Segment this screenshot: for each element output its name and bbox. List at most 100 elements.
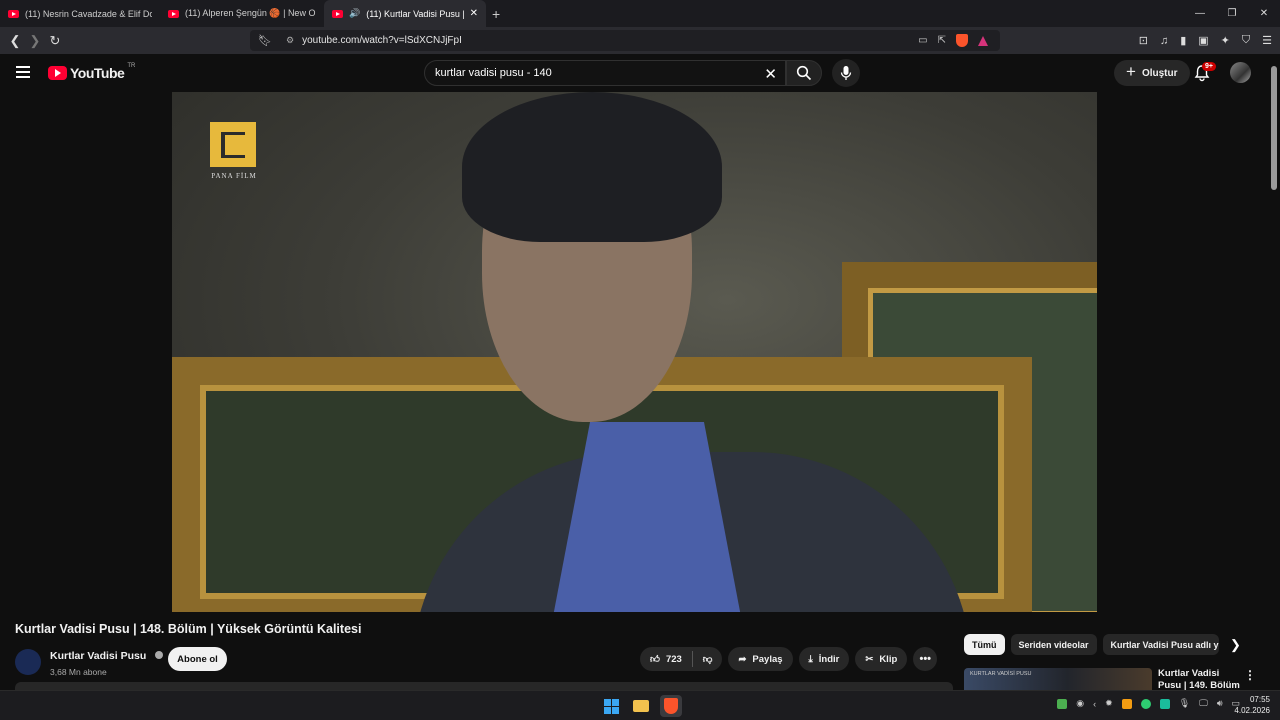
- bookmark-icon[interactable]: 🔖︎: [258, 34, 272, 47]
- tray-app-icon[interactable]: [1159, 698, 1170, 709]
- like-count: 723: [665, 653, 682, 665]
- page-scrollbar[interactable]: [1269, 54, 1280, 686]
- chevron-right-icon[interactable]: ❯: [1230, 637, 1241, 653]
- wallet-icon[interactable]: ▣: [1198, 34, 1208, 47]
- tray-app-icon[interactable]: [1121, 698, 1132, 709]
- audio-playing-icon[interactable]: 🔊: [349, 8, 360, 19]
- subscriber-count: 3,68 Mn abone: [50, 667, 107, 677]
- create-label: Oluştur: [1141, 67, 1178, 79]
- search-button[interactable]: [786, 60, 822, 86]
- voice-search-button[interactable]: [832, 59, 860, 87]
- pana-film-logo-icon: [210, 122, 256, 167]
- channel-name[interactable]: Kurtlar Vadisi Pusu: [50, 650, 146, 662]
- youtube-logo[interactable]: YouTube TR: [48, 63, 136, 81]
- more-actions-button[interactable]: •••: [913, 647, 938, 671]
- folder-icon: [633, 700, 649, 712]
- scrollbar-thumb[interactable]: [1271, 66, 1277, 190]
- taskbar-apps: [600, 695, 682, 717]
- chip-series-videos[interactable]: Seriden videolar: [1010, 634, 1097, 655]
- close-tab-icon[interactable]: ✕: [470, 8, 478, 19]
- verified-check-icon: [154, 651, 163, 659]
- pana-film-watermark: PANA FİLM: [210, 122, 258, 182]
- logo-text: YouTube: [70, 65, 125, 81]
- youtube-favicon-icon: [168, 9, 179, 18]
- hamburger-menu-icon[interactable]: [16, 66, 30, 78]
- vpn-icon[interactable]: ⛉: [1242, 34, 1250, 47]
- share-icon[interactable]: ⇱: [938, 35, 946, 46]
- video-player[interactable]: PANA FİLM: [172, 92, 1097, 612]
- clear-search-icon[interactable]: ✕: [764, 65, 777, 83]
- download-icon: ⤓: [808, 653, 813, 665]
- menu-icon[interactable]: ☰: [1262, 34, 1272, 47]
- windows-taskbar: ◉ ‹ ✹ 🎙︎ 🖵︎ 🔊︎ ▭ 07:55 4.02.2026: [0, 690, 1280, 720]
- brave-shields-icon[interactable]: [956, 34, 968, 47]
- tab-title: (11) Kurtlar Vadisi Pusu | 148.: [366, 8, 464, 19]
- youtube-header: YouTube TR ✕ + Oluştur: [0, 54, 1280, 92]
- dislike-button[interactable]: 👎︎: [693, 647, 723, 671]
- new-tab-button[interactable]: +: [492, 6, 500, 22]
- url-text[interactable]: youtube.com/watch?v=lSdXCNJjFpI: [302, 35, 462, 46]
- download-button[interactable]: ⤓ İndir: [798, 647, 850, 671]
- browser-toolbar: ❮ ❯ ↻ 🔖︎ ⚙︎ youtube.com/watch?v=lSdXCNJj…: [0, 27, 1280, 54]
- leo-ai-icon[interactable]: ✦: [1221, 34, 1230, 47]
- file-explorer-button[interactable]: [630, 695, 652, 717]
- tray-app-icon[interactable]: ◉: [1076, 698, 1084, 709]
- tab-title: (11) Nesrin Cavadzade & Elif Doğan: [25, 8, 152, 19]
- search-icon: [796, 65, 812, 81]
- volume-icon[interactable]: 🔊︎: [1217, 698, 1223, 709]
- restore-button[interactable]: ❐: [1216, 0, 1248, 27]
- recommended-video-thumbnail[interactable]: KURTLAR VADİSİ PUSU: [964, 668, 1152, 690]
- cast-icon[interactable]: ▭: [918, 35, 927, 46]
- taskbar-clock[interactable]: 07:55 4.02.2026: [1234, 694, 1270, 716]
- chip-channel[interactable]: Kurtlar Vadisi Pusu adlı yü: [1102, 634, 1219, 655]
- channel-info: Kurtlar Vadisi Pusu 3,68 Mn abone: [15, 646, 163, 677]
- country-code: TR: [127, 63, 136, 69]
- thumbs-up-icon: 👍︎: [650, 654, 660, 665]
- tray-app-icon[interactable]: ✹: [1105, 698, 1113, 709]
- channel-avatar[interactable]: [15, 648, 41, 675]
- browser-tab[interactable]: (11) Alperen Şengün 🏀 | New Orleans: [160, 0, 324, 27]
- create-button[interactable]: + Oluştur: [1114, 60, 1190, 86]
- brave-browser-button[interactable]: [660, 695, 682, 717]
- tray-app-icon[interactable]: ‹: [1093, 699, 1096, 709]
- clip-button[interactable]: ✂ Klip: [855, 647, 908, 671]
- download-label: İndir: [818, 653, 840, 665]
- like-button[interactable]: 👍︎ 723: [640, 647, 692, 671]
- video-title: Kurtlar Vadisi Pusu | 148. Bölüm | Yükse…: [15, 622, 362, 636]
- account-avatar[interactable]: [1230, 62, 1251, 83]
- subscribe-button[interactable]: Abone ol: [168, 647, 227, 671]
- network-icon[interactable]: 🖵︎: [1199, 698, 1208, 709]
- close-window-button[interactable]: ✕: [1248, 0, 1280, 27]
- browser-tab[interactable]: (11) Nesrin Cavadzade & Elif Doğan: [0, 0, 160, 27]
- browser-extensions: ⊡ ♫ ▮ ▣ ✦ ⛉ ☰: [1139, 27, 1272, 54]
- address-bar-actions: ▭ ⇱: [918, 30, 988, 51]
- notification-badge: 9+: [1202, 62, 1216, 71]
- chip-all[interactable]: Tümü: [964, 634, 1005, 655]
- description-box[interactable]: [15, 682, 953, 690]
- site-info-icon[interactable]: ⚙︎: [286, 35, 294, 46]
- media-icon[interactable]: ♫: [1160, 35, 1168, 47]
- share-arrow-icon: ➦: [738, 653, 747, 665]
- thumbs-down-icon: 👎︎: [702, 654, 713, 665]
- minimize-button[interactable]: —: [1184, 0, 1216, 27]
- screenshot-icon[interactable]: ⊡: [1139, 34, 1148, 47]
- share-label: Paylaş: [752, 653, 783, 665]
- tray-app-icon[interactable]: [1140, 698, 1151, 709]
- search-box[interactable]: ✕: [424, 60, 786, 86]
- back-icon[interactable]: ❮: [5, 31, 25, 51]
- browser-tab-active[interactable]: 🔊 (11) Kurtlar Vadisi Pusu | 148. ✕: [324, 0, 486, 27]
- microphone-icon[interactable]: 🎙︎: [1179, 698, 1190, 709]
- reload-icon[interactable]: ↻: [45, 31, 65, 51]
- system-tray: ◉ ‹ ✹ 🎙︎ 🖵︎ 🔊︎ ▭: [1057, 698, 1240, 709]
- tray-app-icon[interactable]: [1057, 698, 1068, 709]
- watermark-caption: PANA FİLM: [211, 172, 257, 180]
- search-input[interactable]: [435, 67, 755, 79]
- brave-rewards-icon[interactable]: [978, 35, 988, 46]
- start-button[interactable]: [600, 695, 622, 717]
- address-bar[interactable]: 🔖︎ ⚙︎ youtube.com/watch?v=lSdXCNJjFpI ▭ …: [250, 30, 1000, 51]
- forward-icon[interactable]: ❯: [25, 31, 45, 51]
- sidebar-icon[interactable]: ▮: [1180, 34, 1186, 47]
- recommended-more-icon[interactable]: ⋮: [1244, 668, 1256, 682]
- share-button[interactable]: ➦ Paylaş: [728, 647, 793, 671]
- like-dislike-group: 👍︎ 723 👎︎: [640, 647, 723, 671]
